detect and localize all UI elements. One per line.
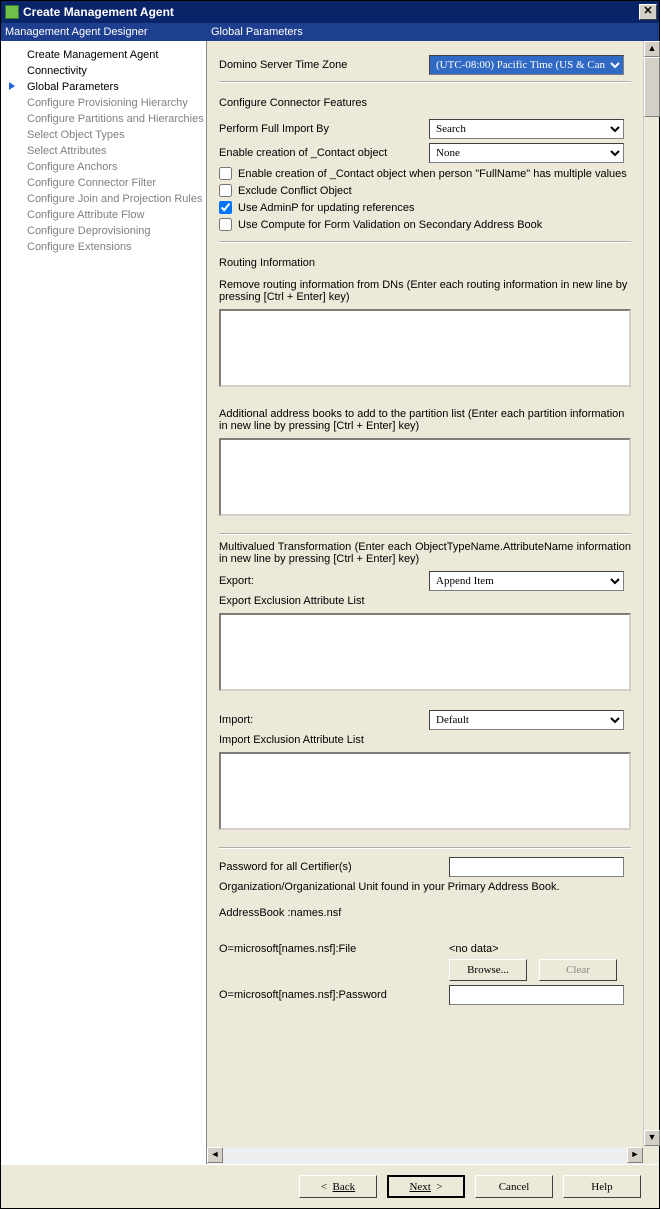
sidebar-item-object-types: Select Object Types bbox=[1, 127, 206, 143]
sidebar-item-attribute-flow: Configure Attribute Flow bbox=[1, 207, 206, 223]
import-exclusion-textarea[interactable] bbox=[219, 752, 631, 830]
close-button[interactable]: ✕ bbox=[639, 4, 657, 20]
sidebar-item-deprovisioning: Configure Deprovisioning bbox=[1, 223, 206, 239]
chk-compute-form[interactable] bbox=[219, 218, 232, 231]
chk-compute-form-label: Use Compute for Form Validation on Secon… bbox=[238, 219, 542, 231]
dialog-window: Create Management Agent ✕ Management Age… bbox=[0, 0, 660, 1209]
sidebar-item-partitions: Configure Partitions and Hierarchies bbox=[1, 111, 206, 127]
chk-use-adminp[interactable] bbox=[219, 201, 232, 214]
routing-textarea[interactable] bbox=[219, 309, 631, 387]
scroll-left-icon[interactable]: ◄ bbox=[207, 1147, 223, 1163]
cancel-button[interactable]: Cancel bbox=[475, 1175, 553, 1198]
import-exclusion-label: Import Exclusion Attribute List bbox=[219, 734, 631, 746]
header-left: Management Agent Designer bbox=[1, 23, 207, 41]
scroll-up-icon[interactable]: ▲ bbox=[644, 41, 660, 57]
full-import-label: Perform Full Import By bbox=[219, 123, 429, 135]
multivalued-desc: Multivalued Transformation (Enter each O… bbox=[219, 541, 631, 565]
addressbooks-desc: Additional address books to add to the p… bbox=[219, 408, 631, 432]
dialog-footer: < Back Next > Cancel Help bbox=[1, 1164, 659, 1208]
export-exclusion-textarea[interactable] bbox=[219, 613, 631, 691]
titlebar: Create Management Agent ✕ bbox=[1, 1, 659, 23]
sidebar-item-create-ma[interactable]: Create Management Agent bbox=[1, 47, 206, 63]
export-label: Export: bbox=[219, 575, 429, 587]
sidebar-item-connector-filter: Configure Connector Filter bbox=[1, 175, 206, 191]
scroll-right-icon[interactable]: ► bbox=[627, 1147, 643, 1163]
clear-button[interactable]: Clear bbox=[539, 959, 617, 981]
app-icon bbox=[5, 5, 19, 19]
scroll-thumb[interactable] bbox=[644, 57, 660, 117]
help-button[interactable]: Help bbox=[563, 1175, 641, 1198]
cert-password-input[interactable] bbox=[449, 985, 624, 1005]
horizontal-scrollbar[interactable]: ◄ ► bbox=[207, 1147, 643, 1164]
certifier-password-input[interactable] bbox=[449, 857, 624, 877]
org-unit-desc: Organization/Organizational Unit found i… bbox=[219, 881, 631, 893]
main-panel: Domino Server Time Zone (UTC-08:00) Paci… bbox=[207, 41, 659, 1164]
import-select[interactable]: Default bbox=[429, 710, 624, 730]
next-button[interactable]: Next > bbox=[387, 1175, 465, 1198]
sidebar-item-global-parameters[interactable]: Global Parameters bbox=[1, 79, 206, 95]
vertical-scrollbar[interactable]: ▲ ▼ bbox=[643, 41, 659, 1146]
scroll-corner bbox=[643, 1147, 659, 1164]
sidebar-item-extensions: Configure Extensions bbox=[1, 239, 206, 255]
chk-contact-multivalue-label: Enable creation of _Contact object when … bbox=[238, 168, 627, 180]
scroll-down-icon[interactable]: ▼ bbox=[644, 1130, 660, 1146]
timezone-label: Domino Server Time Zone bbox=[219, 59, 429, 71]
chk-exclude-conflict-label: Exclude Conflict Object bbox=[238, 185, 352, 197]
chk-exclude-conflict[interactable] bbox=[219, 184, 232, 197]
full-import-select[interactable]: Search bbox=[429, 119, 624, 139]
connector-features-label: Configure Connector Features bbox=[219, 97, 631, 109]
sidebar-item-connectivity[interactable]: Connectivity bbox=[1, 63, 206, 79]
wizard-sidebar: Create Management Agent Connectivity Glo… bbox=[1, 41, 207, 1164]
sidebar-item-anchors: Configure Anchors bbox=[1, 159, 206, 175]
certifier-password-label: Password for all Certifier(s) bbox=[219, 861, 449, 873]
sidebar-item-join-projection: Configure Join and Projection Rules bbox=[1, 191, 206, 207]
export-select[interactable]: Append Item bbox=[429, 571, 624, 591]
sidebar-item-attributes: Select Attributes bbox=[1, 143, 206, 159]
window-title: Create Management Agent bbox=[23, 5, 174, 19]
export-exclusion-label: Export Exclusion Attribute List bbox=[219, 595, 631, 607]
cert-file-label: O=microsoft[names.nsf]:File bbox=[219, 943, 449, 955]
form-scroll-area: Domino Server Time Zone (UTC-08:00) Paci… bbox=[207, 41, 643, 1146]
browse-button[interactable]: Browse... bbox=[449, 959, 527, 981]
back-button[interactable]: < Back bbox=[299, 1175, 377, 1198]
column-headers: Management Agent Designer Global Paramet… bbox=[1, 23, 659, 41]
routing-section-label: Routing Information bbox=[219, 257, 631, 269]
enable-contact-select[interactable]: None bbox=[429, 143, 624, 163]
addressbook-line: AddressBook :names.nsf bbox=[219, 907, 631, 919]
routing-desc: Remove routing information from DNs (Ent… bbox=[219, 279, 631, 303]
sidebar-item-prov-hierarchy: Configure Provisioning Hierarchy bbox=[1, 95, 206, 111]
chk-contact-multivalue[interactable] bbox=[219, 167, 232, 180]
enable-contact-label: Enable creation of _Contact object bbox=[219, 147, 429, 159]
chk-use-adminp-label: Use AdminP for updating references bbox=[238, 202, 415, 214]
header-right: Global Parameters bbox=[207, 23, 659, 41]
cert-file-value: <no data> bbox=[449, 943, 499, 955]
import-label: Import: bbox=[219, 714, 429, 726]
cert-password-label: O=microsoft[names.nsf]:Password bbox=[219, 989, 449, 1001]
addressbooks-textarea[interactable] bbox=[219, 438, 631, 516]
timezone-select[interactable]: (UTC-08:00) Pacific Time (US & Can bbox=[429, 55, 624, 75]
